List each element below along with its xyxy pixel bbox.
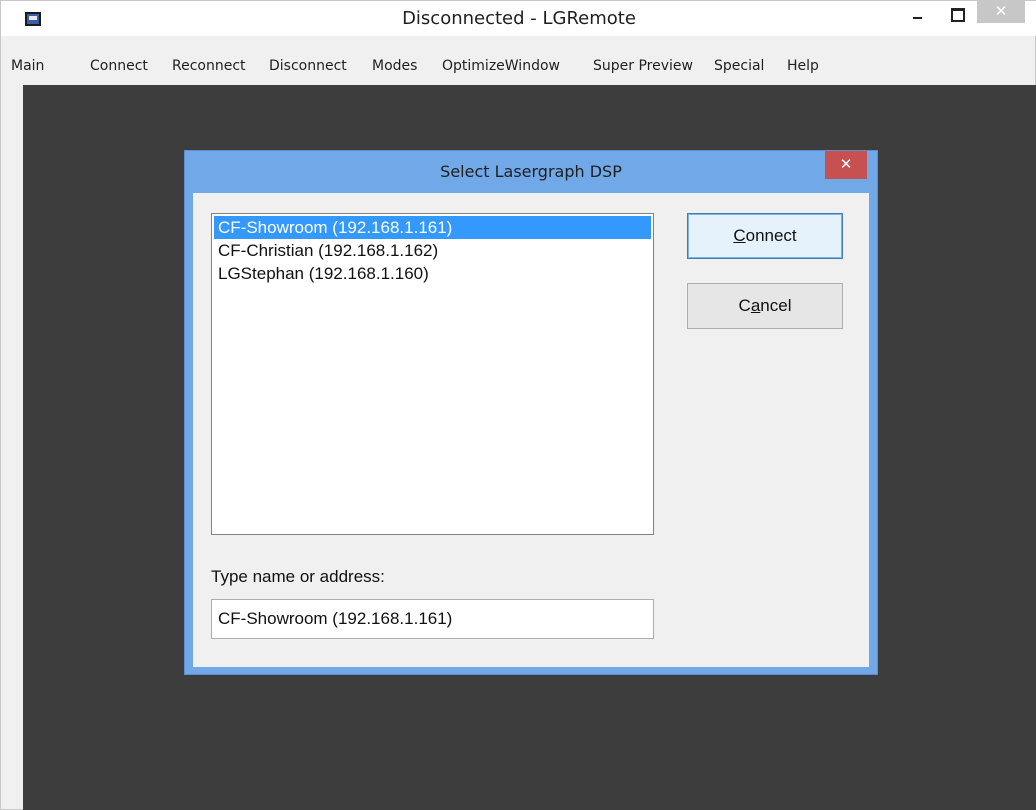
menu-help[interactable]: Help xyxy=(787,57,819,75)
dialog-title: Select Lasergraph DSP xyxy=(440,162,622,181)
connect-button[interactable]: Connect xyxy=(687,213,843,259)
minimize-icon[interactable] xyxy=(907,1,929,27)
cancel-button[interactable]: Cancel xyxy=(687,283,843,329)
menu-disconnect[interactable]: Disconnect xyxy=(269,57,347,75)
address-label: Type name or address: xyxy=(211,567,385,586)
select-dsp-dialog: Select Lasergraph DSP ✕ CF-Showroom (192… xyxy=(184,150,878,675)
menu-special[interactable]: Special xyxy=(714,57,764,75)
menu-modes[interactable]: Modes xyxy=(372,57,417,75)
cancel-accelerator: a xyxy=(750,296,761,315)
device-list-item[interactable]: LGStephan (192.168.1.160) xyxy=(214,262,651,285)
window-title: Disconnected - LGRemote xyxy=(402,8,636,29)
cancel-label-start: C xyxy=(738,296,751,315)
menu-super-preview[interactable]: Super Preview xyxy=(593,57,693,75)
menu-bar: Main Connect Reconnect Disconnect Modes … xyxy=(1,55,1035,77)
device-list-item[interactable]: CF-Showroom (192.168.1.161) xyxy=(214,216,651,239)
close-icon[interactable]: ✕ xyxy=(977,1,1025,23)
menu-reconnect[interactable]: Reconnect xyxy=(172,57,246,75)
device-list-item[interactable]: CF-Christian (192.168.1.162) xyxy=(214,239,651,262)
dialog-close-icon[interactable]: ✕ xyxy=(825,151,867,179)
title-bar[interactable]: Disconnected - LGRemote ✕ xyxy=(1,1,1036,36)
menu-main[interactable]: Main xyxy=(11,57,44,75)
menu-connect[interactable]: Connect xyxy=(90,57,148,75)
menu-optimizewindow[interactable]: OptimizeWindow xyxy=(442,57,560,75)
connect-label: onnect xyxy=(745,226,797,245)
address-input[interactable]: CF-Showroom (192.168.1.161) xyxy=(211,599,654,639)
dialog-body: CF-Showroom (192.168.1.161) CF-Christian… xyxy=(193,193,869,667)
maximize-icon[interactable] xyxy=(943,1,969,27)
cancel-label-rest: ncel xyxy=(760,296,792,315)
device-listbox[interactable]: CF-Showroom (192.168.1.161) CF-Christian… xyxy=(211,213,654,535)
connect-accelerator: C xyxy=(733,226,746,245)
